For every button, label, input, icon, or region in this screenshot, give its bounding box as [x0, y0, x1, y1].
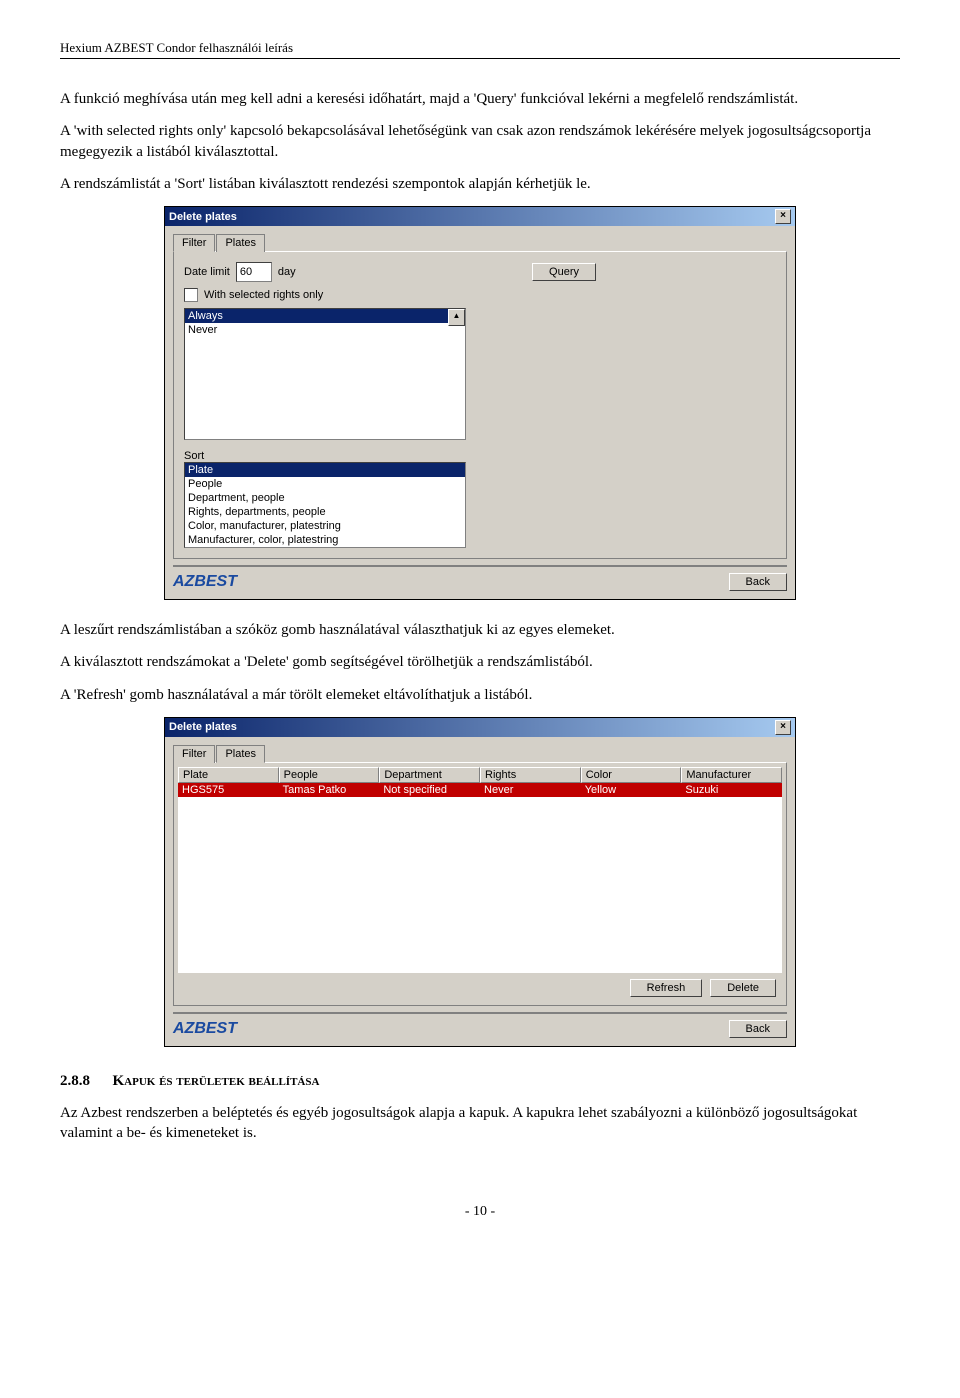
close-icon[interactable]: ×	[775, 209, 791, 224]
section-title: Kapuk és területek beállítása	[113, 1073, 320, 1089]
delete-button[interactable]: Delete	[710, 979, 776, 997]
tab-plates[interactable]: Plates	[216, 234, 265, 252]
query-button[interactable]: Query	[532, 263, 596, 281]
cell-color: Yellow	[581, 783, 682, 797]
cell-people: Tamas Patko	[279, 783, 380, 797]
tabs: Filter Plates	[173, 745, 787, 763]
paragraph: A 'with selected rights only' kapcsoló b…	[60, 121, 900, 162]
column-header[interactable]: Department	[379, 767, 480, 783]
with-selected-rights-label: With selected rights only	[204, 289, 323, 301]
tabs: Filter Plates	[173, 234, 787, 252]
date-limit-label: Date limit	[184, 266, 230, 278]
paragraph: A leszűrt rendszámlistában a szóköz gomb…	[60, 620, 900, 640]
list-item[interactable]: Plate	[185, 463, 465, 477]
section-number: 2.8.8	[60, 1073, 90, 1089]
tab-panel-plates: Plate People Department Rights Color Man…	[173, 762, 787, 1006]
column-header[interactable]: Color	[581, 767, 682, 783]
back-button[interactable]: Back	[729, 1020, 787, 1038]
sort-listbox[interactable]: Plate People Department, people Rights, …	[184, 462, 466, 548]
rights-listbox[interactable]: Always Never ▲	[184, 308, 466, 440]
titlebar: Delete plates ×	[165, 718, 795, 737]
tab-plates[interactable]: Plates	[216, 745, 265, 763]
paragraph: A kiválasztott rendszámokat a 'Delete' g…	[60, 652, 900, 672]
dialog-title: Delete plates	[169, 211, 237, 223]
delete-plates-dialog-filter: Delete plates × Filter Plates Date limit…	[164, 206, 796, 600]
tab-filter[interactable]: Filter	[173, 745, 215, 763]
azbest-logo: AZBEST	[173, 573, 237, 591]
tab-filter[interactable]: Filter	[173, 234, 215, 252]
refresh-button[interactable]: Refresh	[630, 979, 703, 997]
list-item[interactable]: Always	[185, 309, 465, 323]
list-item[interactable]: Manufacturer, color, platestring	[185, 533, 465, 547]
cell-plate: HGS575	[178, 783, 279, 797]
paragraph: A funkció meghívása után meg kell adni a…	[60, 89, 900, 109]
sort-label: Sort	[184, 450, 776, 462]
close-icon[interactable]: ×	[775, 720, 791, 735]
table-row[interactable]: HGS575 Tamas Patko Not specified Never Y…	[178, 783, 782, 797]
with-selected-rights-checkbox[interactable]	[184, 288, 198, 302]
back-button[interactable]: Back	[729, 573, 787, 591]
paragraph: A 'Refresh' gomb használatával a már tör…	[60, 685, 900, 705]
column-header[interactable]: Plate	[178, 767, 279, 783]
column-header[interactable]: Manufacturer	[681, 767, 782, 783]
cell-rights: Never	[480, 783, 581, 797]
date-limit-input[interactable]	[236, 262, 272, 282]
paragraph: Az Azbest rendszerben a beléptetés és eg…	[60, 1103, 900, 1144]
date-limit-unit: day	[278, 266, 296, 278]
paragraph: A rendszámlistát a 'Sort' listában kivál…	[60, 174, 900, 194]
azbest-logo: AZBEST	[173, 1020, 237, 1038]
cell-manufacturer: Suzuki	[681, 783, 782, 797]
table-body[interactable]: HGS575 Tamas Patko Not specified Never Y…	[178, 783, 782, 973]
page-header: Hexium AZBEST Condor felhasználói leírás	[60, 40, 900, 59]
titlebar: Delete plates ×	[165, 207, 795, 226]
page-number: - 10 -	[60, 1204, 900, 1220]
tab-panel-filter: Date limit day Query With selected right…	[173, 251, 787, 559]
column-header[interactable]: Rights	[480, 767, 581, 783]
table-header: Plate People Department Rights Color Man…	[178, 767, 782, 783]
scroll-up-icon[interactable]: ▲	[448, 309, 465, 326]
list-item[interactable]: Department, people	[185, 491, 465, 505]
list-item[interactable]: Color, manufacturer, platestring	[185, 519, 465, 533]
cell-department: Not specified	[379, 783, 480, 797]
list-item[interactable]: Never	[185, 323, 465, 337]
delete-plates-dialog-plates: Delete plates × Filter Plates Plate Peop…	[164, 717, 796, 1047]
column-header[interactable]: People	[279, 767, 380, 783]
list-item[interactable]: People	[185, 477, 465, 491]
list-item[interactable]: Rights, departments, people	[185, 505, 465, 519]
dialog-title: Delete plates	[169, 721, 237, 733]
